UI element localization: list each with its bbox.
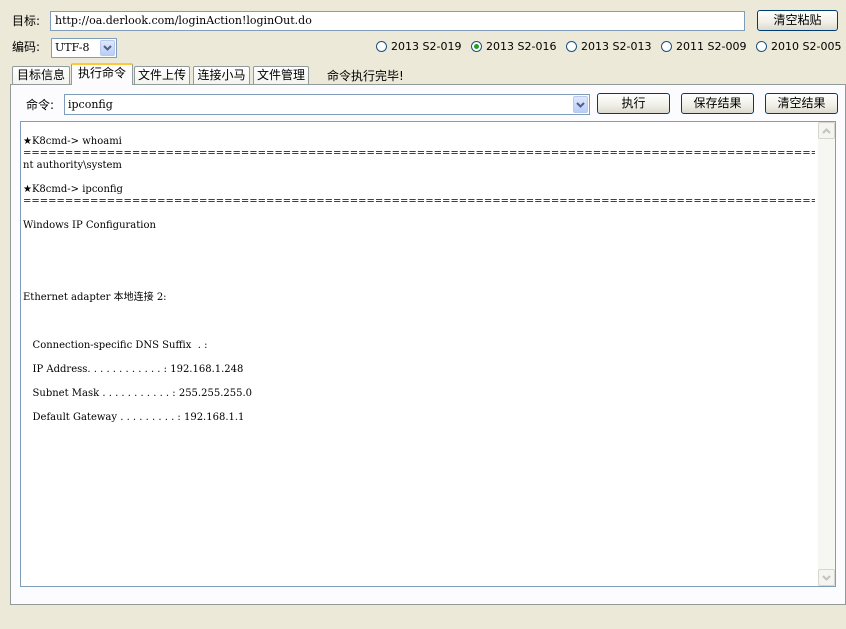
tab-execute-command[interactable]: 执行命令: [71, 63, 133, 85]
execute-button[interactable]: 执行: [597, 93, 670, 114]
output-line: Subnet Mask . . . . . . . . . . . : 255.…: [23, 388, 252, 399]
exploit-label: 2010 S2-005: [771, 40, 842, 53]
command-output-text: ★K8cmd-> whoami =========================…: [23, 124, 815, 424]
output-line: Default Gateway . . . . . . . . . : 192.…: [23, 412, 245, 423]
output-line: ★K8cmd-> whoami: [23, 136, 122, 147]
save-result-button[interactable]: 保存结果: [681, 93, 754, 114]
clear-paste-button[interactable]: 清空粘贴: [757, 10, 838, 31]
radio-dot: [661, 41, 672, 52]
clear-result-button[interactable]: 清空结果: [765, 93, 838, 114]
exploit-radio-s2-016[interactable]: 2013 S2-016: [471, 40, 556, 53]
output-line: Ethernet adapter 本地连接 2:: [23, 292, 167, 303]
radio-dot: [566, 41, 577, 52]
radio-dot: [756, 41, 767, 52]
encoding-value: UTF-8: [55, 41, 90, 54]
output-line: nt authority\system: [23, 160, 122, 171]
output-line: Windows IP Configuration: [23, 220, 156, 231]
command-value: ipconfig: [68, 98, 113, 111]
radio-dot: [376, 41, 387, 52]
encoding-select[interactable]: UTF-8: [51, 38, 117, 58]
radio-dot-selected: [471, 41, 482, 52]
encoding-label: 编码:: [12, 40, 41, 54]
chevron-down-icon[interactable]: [573, 96, 588, 113]
target-url-input[interactable]: http://oa.derlook.com/loginAction!loginO…: [50, 11, 745, 31]
arrow-up-icon[interactable]: [818, 122, 835, 139]
vertical-scrollbar[interactable]: [818, 122, 835, 586]
tab-target-info[interactable]: 目标信息: [12, 66, 70, 84]
status-text: 命令执行完毕!: [327, 69, 404, 83]
command-combobox[interactable]: ipconfig: [64, 94, 590, 115]
tab-file-manager[interactable]: 文件管理: [253, 66, 309, 84]
chevron-down-icon[interactable]: [100, 40, 115, 56]
exploit-label: 2013 S2-016: [486, 40, 557, 53]
exploit-radio-s2-009[interactable]: 2011 S2-009: [661, 40, 746, 53]
exploit-label: 2011 S2-009: [676, 40, 747, 53]
output-line: IP Address. . . . . . . . . . . . : 192.…: [23, 364, 244, 375]
exploit-radio-s2-019[interactable]: 2013 S2-019: [376, 40, 461, 53]
command-output-textarea[interactable]: ★K8cmd-> whoami =========================…: [20, 121, 836, 587]
arrow-down-icon[interactable]: [818, 569, 835, 586]
exploit-label: 2013 S2-013: [581, 40, 652, 53]
output-line: Connection-specific DNS Suffix . :: [23, 340, 208, 351]
tab-file-upload[interactable]: 文件上传: [134, 66, 190, 84]
tab-connect-shell[interactable]: 连接小马: [193, 66, 250, 84]
target-label: 目标:: [12, 14, 41, 28]
command-label: 命令:: [26, 98, 55, 112]
exploit-radio-s2-013[interactable]: 2013 S2-013: [566, 40, 651, 53]
output-line: ========================================…: [23, 196, 815, 207]
output-line: ★K8cmd-> ipconfig: [23, 184, 123, 195]
exploit-label: 2013 S2-019: [391, 40, 462, 53]
output-line: ========================================…: [23, 148, 815, 159]
exploit-radio-s2-005[interactable]: 2010 S2-005: [756, 40, 841, 53]
